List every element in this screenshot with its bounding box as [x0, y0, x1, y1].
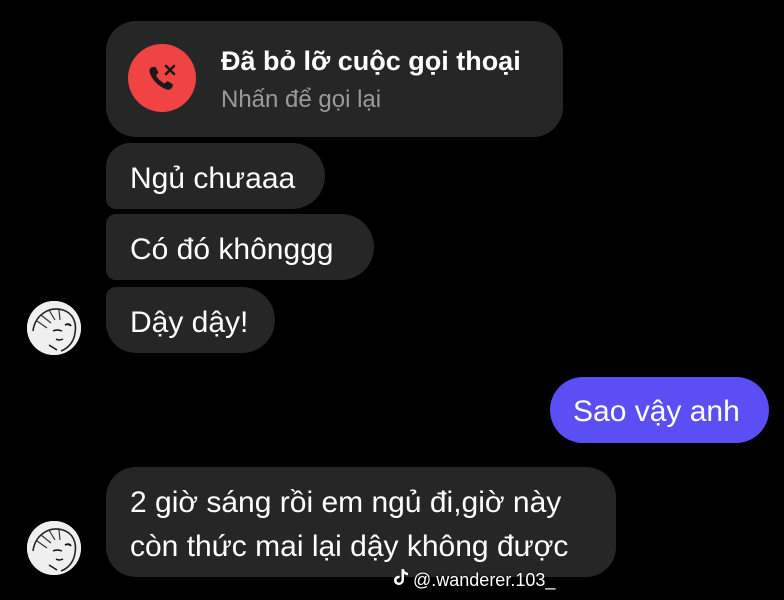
message-text: Sao vậy anh: [573, 395, 740, 428]
message-text: Ngủ chưaaa: [130, 162, 296, 195]
sender-avatar[interactable]: [27, 301, 81, 355]
message-text: Có đó khônggg: [130, 233, 334, 266]
missed-call-card[interactable]: Đã bỏ lỡ cuộc gọi thoại Nhấn để gọi lại: [106, 21, 563, 137]
message-text: Dậy dậy!: [130, 306, 249, 339]
message-bubble[interactable]: 2 giờ sáng rồi em ngủ đi,giờ này còn thứ…: [106, 467, 616, 577]
message-text-line: 2 giờ sáng rồi em ngủ đi,giờ này: [130, 486, 562, 519]
message-bubble-outgoing[interactable]: Sao vậy anh: [550, 377, 769, 443]
missed-call-title: Đã bỏ lỡ cuộc gọi thoại: [221, 46, 521, 76]
missed-call-icon: [128, 44, 196, 112]
message-bubble[interactable]: Dậy dậy!: [106, 287, 275, 353]
watermark: @.wanderer.103_: [393, 568, 555, 591]
sender-avatar[interactable]: [27, 521, 81, 575]
message-bubble[interactable]: Có đó khônggg: [106, 214, 374, 280]
message-bubble[interactable]: Ngủ chưaaa: [106, 143, 325, 209]
message-text-line: còn thức mai lại dậy không được: [130, 530, 569, 563]
watermark-text: @.wanderer.103_: [413, 569, 556, 590]
call-back-hint: Nhấn để gọi lại: [221, 86, 382, 113]
tiktok-icon: [393, 568, 409, 591]
